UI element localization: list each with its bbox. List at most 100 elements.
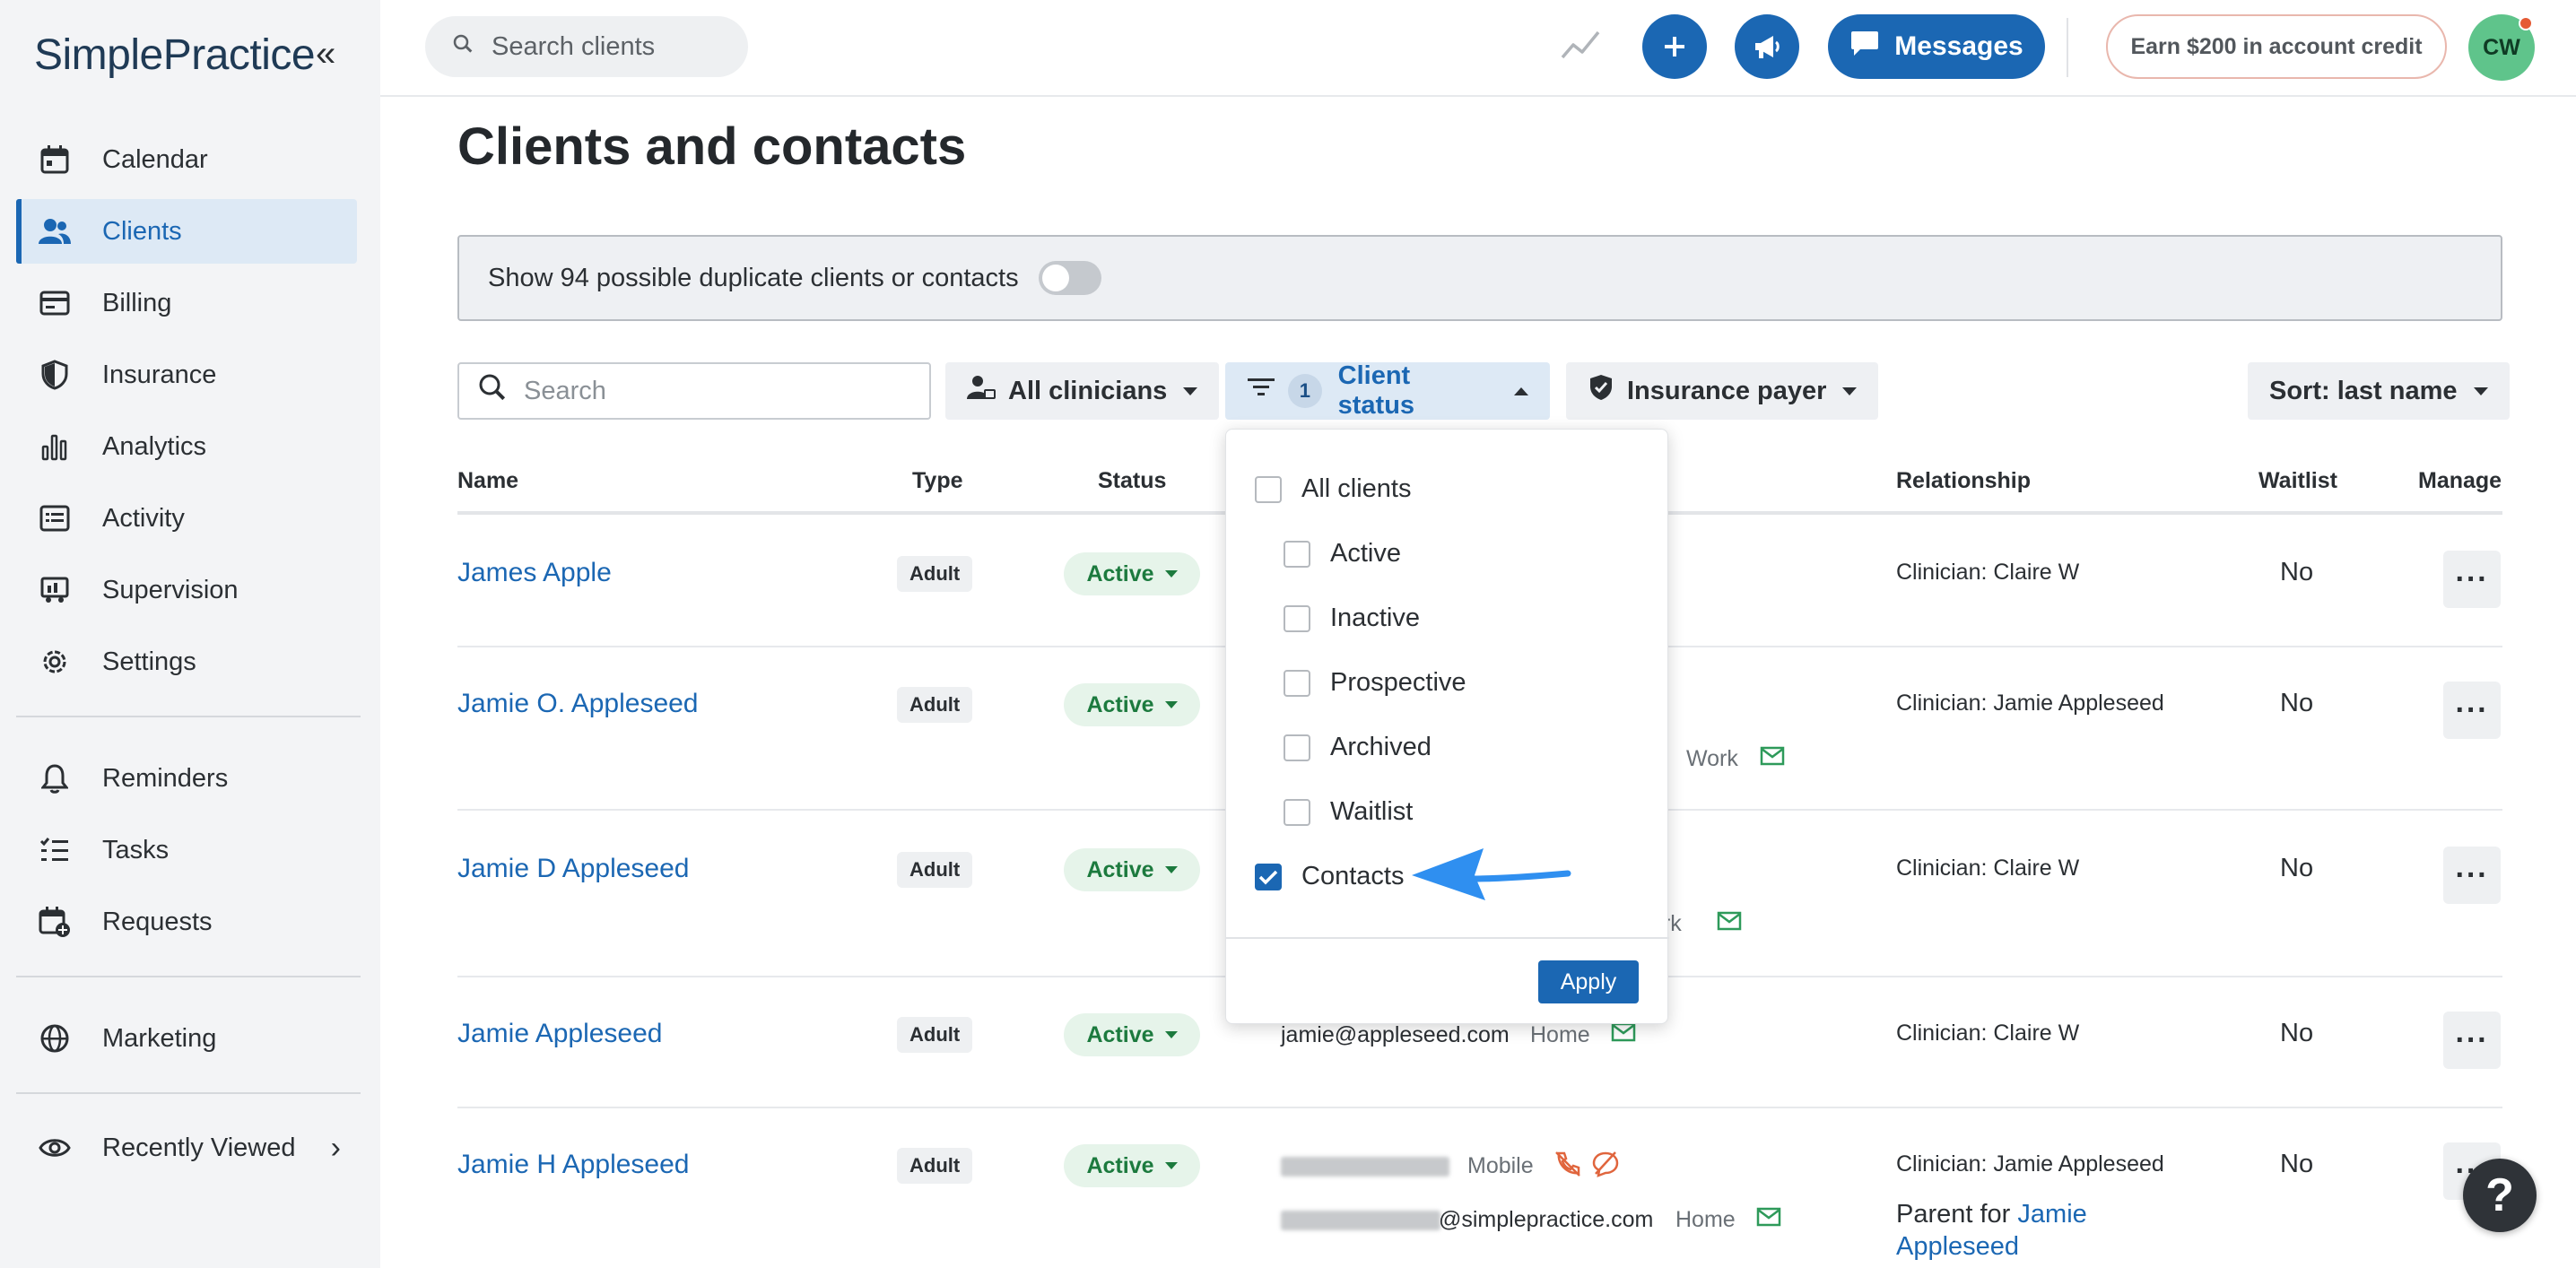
manage-button[interactable]: ··· bbox=[2443, 1012, 2501, 1069]
top-bar: Search clients Messages Earn $200 in acc… bbox=[380, 0, 2576, 97]
messages-button[interactable]: Messages bbox=[1828, 14, 2045, 79]
option-waitlist[interactable]: Waitlist bbox=[1284, 797, 1413, 827]
clinicians-filter[interactable]: All clinicians bbox=[945, 362, 1220, 420]
sidebar-item-billing[interactable]: Billing bbox=[16, 271, 357, 335]
manage-button[interactable]: ··· bbox=[2443, 847, 2501, 904]
sidebar-item-clients[interactable]: Clients bbox=[16, 199, 357, 264]
status-dropdown[interactable]: Active bbox=[1064, 1144, 1200, 1187]
list-icon bbox=[38, 501, 72, 535]
collapse-sidebar-icon[interactable]: « bbox=[316, 36, 335, 72]
option-label: Waitlist bbox=[1330, 797, 1414, 826]
chevron-down-icon bbox=[2473, 386, 2488, 395]
manage-button[interactable]: ··· bbox=[2443, 551, 2501, 608]
waitlist-value: No bbox=[2280, 1019, 2314, 1047]
megaphone-icon bbox=[1755, 36, 1780, 58]
search-placeholder: Search bbox=[524, 376, 606, 405]
client-status-filter[interactable]: 1 Client status bbox=[1225, 361, 1550, 420]
duplicate-toggle[interactable] bbox=[1038, 261, 1101, 295]
client-name-link[interactable]: Jamie Appleseed bbox=[457, 1019, 663, 1049]
clinician-icon bbox=[967, 374, 996, 408]
sidebar-item-requests[interactable]: Requests bbox=[16, 890, 357, 954]
add-button[interactable] bbox=[1642, 14, 1707, 79]
type-badge: Adult bbox=[897, 1148, 973, 1184]
client-name-link[interactable]: Jamie O. Appleseed bbox=[457, 689, 699, 719]
option-label: Archived bbox=[1330, 733, 1432, 761]
chevron-down-icon bbox=[1842, 386, 1858, 395]
trending-icon[interactable] bbox=[1561, 27, 1600, 67]
checkbox[interactable] bbox=[1284, 540, 1310, 568]
page-title: Clients and contacts bbox=[457, 117, 967, 176]
sidebar-item-insurance[interactable]: Insurance bbox=[16, 343, 357, 407]
sidebar-item-tasks[interactable]: Tasks bbox=[16, 818, 357, 882]
sidebar-item-settings[interactable]: Settings bbox=[16, 630, 357, 694]
waitlist-value: No bbox=[2280, 854, 2314, 882]
type-badge: Adult bbox=[897, 1017, 973, 1053]
column-header-name[interactable]: Name bbox=[457, 468, 518, 494]
announcements-button[interactable] bbox=[1735, 14, 1799, 79]
manage-button[interactable]: ··· bbox=[2443, 682, 2501, 739]
email-icon[interactable] bbox=[1717, 911, 1742, 935]
status-dropdown[interactable]: Active bbox=[1064, 1013, 1200, 1056]
sidebar-item-calendar[interactable]: Calendar bbox=[16, 127, 357, 192]
checkbox-checked[interactable] bbox=[1255, 863, 1282, 890]
gear-icon bbox=[38, 645, 72, 679]
chevron-up-icon bbox=[1514, 386, 1528, 395]
status-dropdown[interactable]: Active bbox=[1064, 848, 1200, 891]
globe-icon bbox=[38, 1021, 72, 1055]
email-icon[interactable] bbox=[1611, 1022, 1636, 1047]
relationship-text: Clinician: Claire W bbox=[1896, 855, 2080, 881]
chat-icon bbox=[1849, 29, 1880, 65]
option-archived[interactable]: Archived bbox=[1284, 733, 1432, 762]
phone-type-label: Mobile bbox=[1467, 1153, 1534, 1178]
option-inactive[interactable]: Inactive bbox=[1284, 604, 1420, 633]
client-search-input[interactable]: Search bbox=[457, 362, 931, 420]
type-badge: Adult bbox=[897, 852, 973, 888]
topbar-divider bbox=[2067, 18, 2068, 77]
sidebar-item-label: Clients bbox=[102, 216, 182, 246]
client-name-link[interactable]: James Apple bbox=[457, 558, 612, 588]
checkbox[interactable] bbox=[1284, 669, 1310, 697]
sidebar-item-reminders[interactable]: Reminders bbox=[16, 746, 357, 811]
option-contacts[interactable]: Contacts bbox=[1255, 862, 1404, 891]
email-icon[interactable] bbox=[1760, 746, 1785, 770]
app-logo[interactable]: SimplePractice bbox=[34, 30, 316, 80]
type-badge: Adult bbox=[897, 556, 973, 592]
email-icon[interactable] bbox=[1756, 1207, 1781, 1231]
shield-check-icon bbox=[1588, 373, 1614, 409]
checkbox[interactable] bbox=[1284, 734, 1310, 761]
status-dropdown[interactable]: Active bbox=[1064, 683, 1200, 726]
status-dropdown[interactable]: Active bbox=[1064, 552, 1200, 595]
sidebar-item-recently-viewed[interactable]: Recently Viewed › bbox=[16, 1116, 357, 1180]
duplicate-banner: Show 94 possible duplicate clients or co… bbox=[457, 235, 2502, 321]
sidebar-item-marketing[interactable]: Marketing bbox=[16, 1006, 357, 1071]
checkbox[interactable] bbox=[1284, 798, 1310, 826]
contact-type-label: Work bbox=[1686, 746, 1738, 771]
option-prospective[interactable]: Prospective bbox=[1284, 668, 1466, 698]
row-divider bbox=[457, 1107, 2502, 1108]
help-button[interactable]: ? bbox=[2463, 1159, 2537, 1232]
search-placeholder: Search clients bbox=[492, 31, 656, 61]
sort-button[interactable]: Sort: last name bbox=[2248, 362, 2510, 420]
column-header-type: Type bbox=[912, 468, 963, 493]
chevron-down-icon bbox=[1164, 1162, 1178, 1169]
check-icon bbox=[1258, 870, 1278, 884]
client-status-dropdown: All clients Active Inactive Prospective … bbox=[1225, 429, 1669, 1024]
sidebar-item-supervision[interactable]: Supervision bbox=[16, 558, 357, 622]
status-label: Active bbox=[1086, 856, 1154, 882]
search-icon bbox=[452, 32, 474, 62]
no-text-icon bbox=[1591, 1150, 1620, 1183]
duplicate-banner-text: Show 94 possible duplicate clients or co… bbox=[488, 263, 1019, 292]
option-active[interactable]: Active bbox=[1284, 539, 1401, 569]
checkbox[interactable] bbox=[1284, 604, 1310, 632]
sidebar-item-analytics[interactable]: Analytics bbox=[16, 414, 357, 479]
earn-credit-button[interactable]: Earn $200 in account credit bbox=[2106, 14, 2447, 79]
insurance-payer-filter[interactable]: Insurance payer bbox=[1566, 362, 1879, 420]
option-all-clients[interactable]: All clients bbox=[1255, 474, 1412, 504]
apply-button[interactable]: Apply bbox=[1538, 960, 1639, 1003]
search-clients-input[interactable]: Search clients bbox=[425, 16, 748, 77]
client-name-link[interactable]: Jamie D Appleseed bbox=[457, 854, 690, 884]
sidebar-item-activity[interactable]: Activity bbox=[16, 486, 357, 551]
client-name-link[interactable]: Jamie H Appleseed bbox=[457, 1150, 690, 1180]
sidebar: SimplePractice « Calendar Clients Billin… bbox=[0, 0, 380, 1268]
checkbox[interactable] bbox=[1255, 475, 1282, 503]
